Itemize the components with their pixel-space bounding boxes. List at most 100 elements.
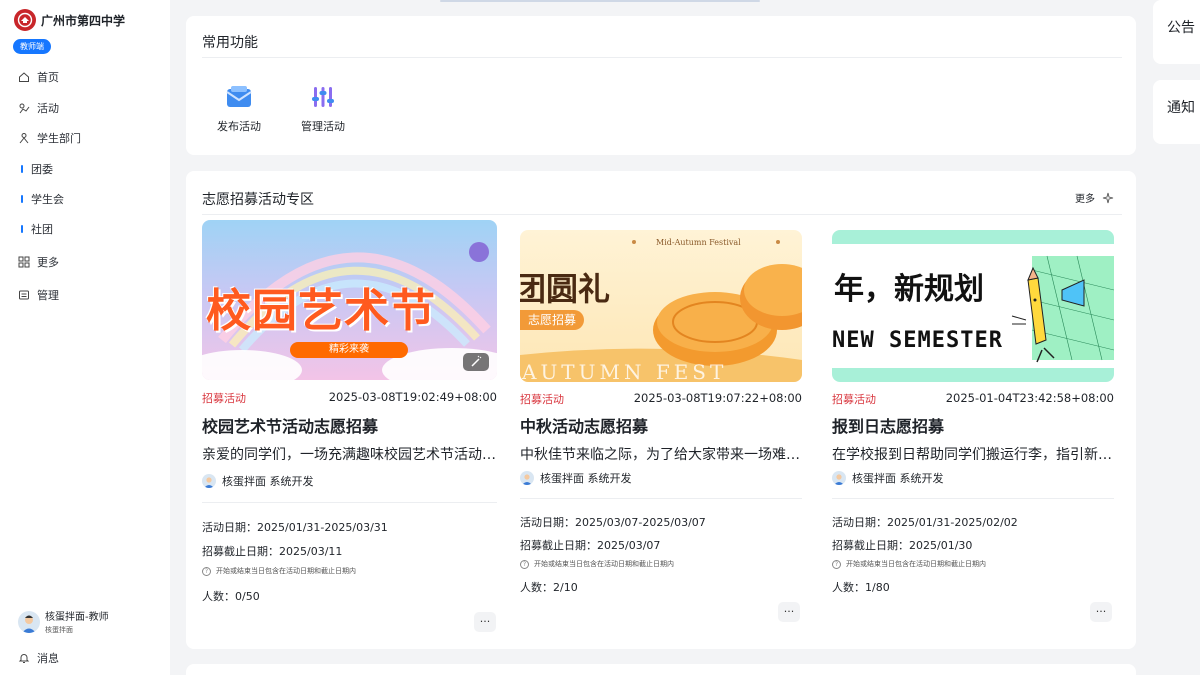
- banner-subtitle: NEW SEMESTER: [832, 328, 1003, 353]
- sub-bar: [21, 225, 23, 233]
- bell-icon: [18, 652, 30, 664]
- nav-manage[interactable]: 管理: [18, 286, 59, 304]
- divider: [832, 498, 1114, 499]
- date-note-text: 开始或结束当日包含在活动日期和截止日期内: [534, 560, 674, 568]
- announcement-panel[interactable]: 公告: [1153, 0, 1200, 64]
- card-description: 亲爱的同学们，一场充满趣味校园艺术节活动即将开始，诚邀你加入志愿者团队: [202, 447, 497, 463]
- volunteer-panel-title: 志愿招募活动专区: [202, 192, 314, 208]
- author-avatar: [832, 471, 846, 485]
- magic-wand-icon[interactable]: [463, 353, 489, 371]
- date-note: ? 开始或结束当日包含在活动日期和截止日期内: [202, 566, 356, 576]
- nav-sub-clubs[interactable]: 社团: [21, 221, 53, 237]
- banner-small-text: Mid-Autumn Festival: [656, 238, 741, 247]
- grid-icon: [18, 256, 30, 268]
- card-description: 中秋佳节来临之际，为了给大家带来一场难忘的中秋活动: [520, 447, 802, 463]
- banner-tag: 志愿招募: [520, 310, 585, 330]
- divider: [202, 214, 1122, 215]
- more-link[interactable]: 更多: [1075, 190, 1114, 205]
- date-note-text: 开始或结束当日包含在活动日期和截止日期内: [846, 560, 986, 568]
- common-functions-title: 常用功能: [202, 35, 258, 51]
- next-panel-edge: [186, 664, 1136, 675]
- brand[interactable]: 广州市第四中学: [14, 9, 125, 31]
- nav-sub-label: 学生会: [31, 193, 64, 206]
- author-name: 核蛋拌面 系统开发: [540, 472, 632, 485]
- card-title: 校园艺术节活动志愿招募: [202, 417, 379, 436]
- date-note-text: 开始或结束当日包含在活动日期和截止日期内: [216, 567, 356, 575]
- nav-activity[interactable]: 活动: [18, 99, 59, 117]
- notice-title: 通知: [1167, 100, 1195, 116]
- common-functions-panel: 常用功能 发布活动 管理活动: [186, 16, 1136, 155]
- top-banner-edge: [440, 0, 760, 2]
- manage-activity-button[interactable]: 管理活动: [293, 82, 353, 134]
- recruit-deadline: 招募截止日期：2025/03/11: [202, 545, 343, 558]
- publish-time: 2025-01-04T23:42:58+08:00: [945, 391, 1114, 405]
- nav-messages[interactable]: 消息: [18, 650, 59, 666]
- manage-icon: [18, 289, 30, 301]
- more-options-button[interactable]: ...: [1090, 602, 1112, 622]
- people-count: 人数：0/50: [202, 590, 260, 603]
- divider: [520, 498, 802, 499]
- recruit-card[interactable]: 校园艺术节 精彩来袭 招募活动 2025-03-08T19:02:49+08:0…: [202, 220, 497, 636]
- divider: [202, 502, 497, 503]
- date-note: ? 开始或结束当日包含在活动日期和截止日期内: [520, 559, 674, 569]
- publish-time: 2025-03-08T19:02:49+08:00: [328, 390, 497, 404]
- nav-sub-label: 团委: [31, 163, 53, 176]
- author-name: 核蛋拌面 系统开发: [222, 475, 314, 488]
- department-icon: [18, 132, 30, 144]
- card-description: 在学校报到日帮助同学们搬运行李，指引新生熟悉校园环境: [832, 447, 1114, 463]
- author-avatar: [202, 474, 216, 488]
- school-logo-icon: [14, 9, 36, 31]
- author-avatar: [520, 471, 534, 485]
- publish-activity-button[interactable]: 发布活动: [209, 82, 269, 134]
- recruit-card[interactable]: Mid-Autumn Festival 团圆礼 志愿招募 AUTUMN FEST…: [520, 230, 802, 630]
- banner-title: 年，新规划: [834, 272, 984, 307]
- nav-home[interactable]: 首页: [18, 68, 59, 86]
- activity-date: 活动日期：2025/01/31-2025/02/02: [832, 516, 1018, 529]
- recruit-deadline: 招募截止日期：2025/03/07: [520, 539, 661, 552]
- category-label: 招募活动: [520, 393, 564, 406]
- banner-pill: 精彩来袭: [290, 342, 408, 358]
- sidebar: 广州市第四中学 教师端 首页 活动 学生部门 团委 学生会 社团 更多 管理 核…: [0, 0, 170, 675]
- user-profile[interactable]: 核蛋拌面-教师 核蛋拌面: [18, 608, 109, 635]
- user-subtitle: 核蛋拌面: [45, 626, 73, 634]
- card-author: 核蛋拌面 系统开发: [520, 470, 632, 486]
- people-count: 人数：1/80: [832, 581, 890, 594]
- publish-time: 2025-03-08T19:07:22+08:00: [633, 391, 802, 405]
- activity-date: 活动日期：2025/03/07-2025/03/07: [520, 516, 706, 529]
- avatar: [18, 610, 40, 633]
- publish-activity-label: 发布活动: [217, 120, 261, 133]
- nav-department[interactable]: 学生部门: [18, 129, 81, 147]
- category-label: 招募活动: [202, 392, 246, 405]
- author-name: 核蛋拌面 系统开发: [852, 472, 944, 485]
- notice-panel[interactable]: 通知: [1153, 80, 1200, 144]
- nav-sub-student-union[interactable]: 学生会: [21, 191, 64, 207]
- home-icon: [18, 71, 30, 83]
- sub-bar: [21, 195, 23, 203]
- more-label: 更多: [1075, 194, 1095, 205]
- nav-sub-label: 社团: [31, 223, 53, 236]
- volunteer-panel: 志愿招募活动专区 更多 校园艺术节 精彩来袭 招募活动 2025-03-08T1…: [186, 171, 1136, 649]
- card-author: 核蛋拌面 系统开发: [202, 473, 314, 489]
- nav-more[interactable]: 更多: [18, 253, 59, 271]
- more-options-button[interactable]: ...: [474, 612, 496, 632]
- banner-big-text: AUTUMN FEST: [522, 360, 728, 382]
- recruit-card[interactable]: 年，新规划 NEW SEMESTER 招募活动 2025-01-04T23:42…: [832, 230, 1114, 630]
- nav-sub-tuanwei[interactable]: 团委: [21, 161, 53, 177]
- card-title: 中秋活动志愿招募: [520, 417, 649, 436]
- question-icon: ?: [832, 559, 841, 569]
- nav-home-label: 首页: [37, 71, 59, 84]
- messages-label: 消息: [37, 652, 59, 665]
- nav-manage-label: 管理: [37, 289, 59, 302]
- card-title: 报到日志愿招募: [832, 417, 945, 436]
- divider: [202, 57, 1122, 58]
- more-options-button[interactable]: ...: [778, 602, 800, 622]
- announcement-title: 公告: [1167, 20, 1195, 36]
- recruit-deadline: 招募截止日期：2025/01/30: [832, 539, 973, 552]
- nav-activity-label: 活动: [37, 102, 59, 115]
- envelope-icon: [226, 86, 252, 107]
- banner-title: 校园艺术节: [206, 284, 437, 337]
- card-banner: Mid-Autumn Festival 团圆礼 志愿招募 AUTUMN FEST: [520, 230, 802, 382]
- school-name: 广州市第四中学: [41, 13, 126, 28]
- banner-title: 团圆礼: [520, 270, 611, 308]
- card-banner: 校园艺术节 精彩来袭: [202, 220, 497, 380]
